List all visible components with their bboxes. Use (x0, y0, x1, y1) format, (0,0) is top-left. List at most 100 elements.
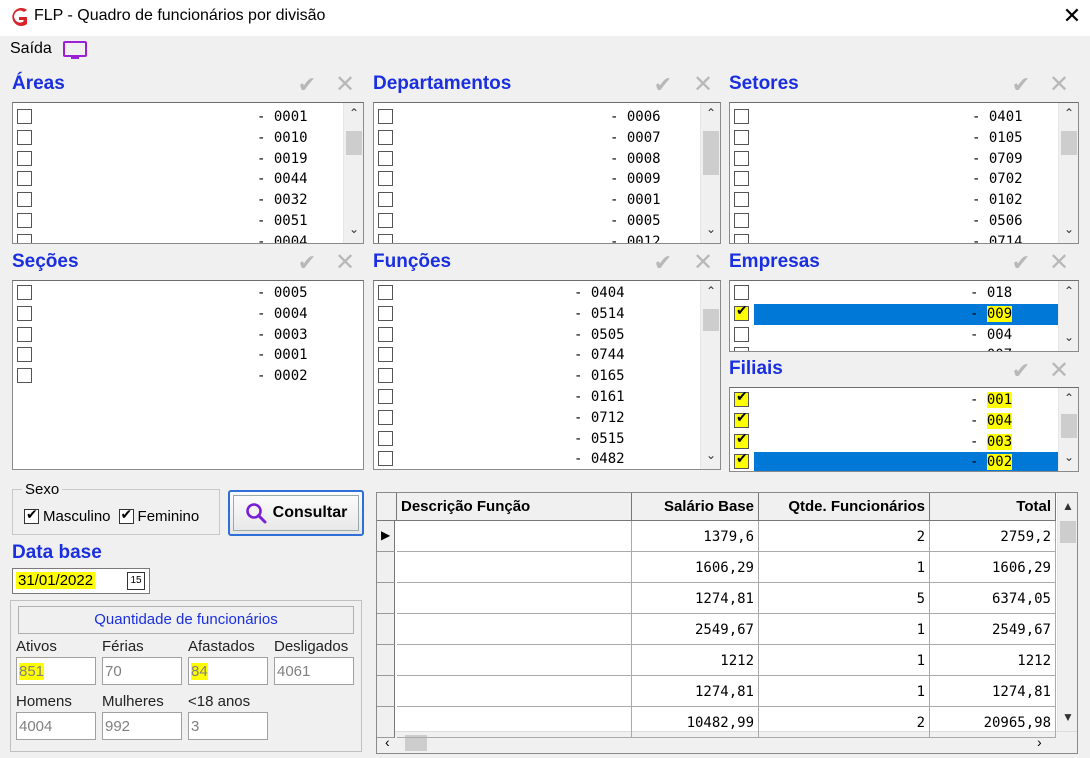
areas-item-checkbox[interactable] (17, 213, 32, 228)
areas-item-checkbox[interactable] (17, 129, 32, 145)
setores-item-checkbox[interactable] (734, 171, 749, 187)
empresas-list[interactable]: - 018- 009- 004- 007⌃⌄ (729, 280, 1079, 352)
setores-list-item[interactable]: - 0401 (730, 107, 1078, 128)
funcoes-item-checkbox[interactable] (378, 305, 393, 321)
monitor-icon[interactable] (62, 40, 88, 62)
funcoes-item-checkbox[interactable] (378, 347, 393, 363)
table-cell[interactable]: 1379,6 (632, 521, 759, 552)
scroll-down-icon[interactable]: ⌄ (344, 222, 363, 242)
grid-vscroll-thumb[interactable] (1060, 521, 1076, 543)
filiais-list[interactable]: - 001- 004- 003- 002⌃⌄ (729, 387, 1079, 472)
setores-list-item[interactable]: - 0714 (730, 232, 1078, 243)
table-cell[interactable] (397, 645, 632, 676)
filiais-list-item[interactable]: - 001 (730, 389, 1078, 411)
setores-item-checkbox[interactable] (734, 192, 749, 208)
filiais-list-item[interactable]: - 002 (730, 451, 1078, 471)
funcoes-list-item[interactable]: - 0404 (374, 283, 720, 304)
row-indicator[interactable] (377, 583, 395, 614)
grid-vscroll[interactable]: ▲ ▼ (1057, 493, 1077, 731)
table-cell[interactable]: 1606,29 (930, 552, 1056, 583)
departamentos-item-checkbox[interactable] (378, 109, 393, 124)
row-indicator[interactable] (377, 676, 395, 707)
empresas-select-all-icon[interactable]: ✔ (1008, 250, 1034, 276)
scroll-down-icon[interactable]: ▼ (1058, 710, 1078, 730)
setores-item-checkbox[interactable] (734, 129, 749, 145)
areas-item-checkbox[interactable] (17, 233, 32, 243)
table-cell[interactable]: 1606,29 (632, 552, 759, 583)
data-base-input[interactable]: 31/01/2022 15 (12, 568, 150, 594)
funcoes-clear-icon[interactable]: ✕ (690, 248, 716, 277)
table-cell[interactable]: 10482,99 (632, 707, 759, 738)
feminino-checkbox[interactable] (118, 507, 134, 524)
secoes-item-checkbox[interactable] (17, 326, 32, 342)
empresas-item-checkbox[interactable] (734, 285, 749, 300)
secoes-list-item[interactable]: - 0003 (13, 325, 363, 346)
secoes-list-item[interactable]: - 0005 (13, 283, 363, 304)
row-indicator[interactable] (377, 707, 395, 738)
table-cell[interactable]: 1274,81 (930, 676, 1056, 707)
empresas-vscroll[interactable]: ⌃ ⌄ (1058, 281, 1078, 351)
departamentos-list-item[interactable]: - 0012 (374, 232, 720, 243)
funcoes-list-item[interactable]: - 0482 (374, 449, 720, 469)
funcoes-vscroll[interactable]: ⌃ ⌄ (700, 281, 720, 469)
col-descricao[interactable]: Descrição Função (397, 493, 632, 521)
areas-list-item[interactable]: - 0010 (13, 128, 363, 149)
scroll-down-icon[interactable]: ⌄ (701, 222, 720, 242)
secoes-item-checkbox[interactable] (17, 368, 32, 384)
funcoes-list-item[interactable]: - 0514 (374, 304, 720, 325)
departamentos-item-checkbox[interactable] (378, 233, 393, 243)
filiais-select-all-icon[interactable]: ✔ (1008, 358, 1034, 384)
funcoes-list-item[interactable]: - 0161 (374, 387, 720, 408)
table-cell[interactable]: 2 (759, 521, 930, 552)
areas-list-item[interactable]: - 0019 (13, 149, 363, 170)
funcoes-item-checkbox[interactable] (378, 368, 393, 384)
empresas-clear-icon[interactable]: ✕ (1046, 248, 1072, 277)
scroll-up-icon[interactable]: ⌃ (701, 106, 720, 126)
table-cell[interactable]: 2 (759, 707, 930, 738)
areas-select-all-icon[interactable]: ✔ (294, 72, 320, 98)
menu-saida[interactable]: Saída (10, 40, 52, 58)
consultar-button[interactable]: Consultar (228, 490, 364, 536)
empresas-list-item[interactable]: - 018 (730, 283, 1078, 304)
table-cell[interactable] (397, 707, 632, 738)
table-cell[interactable]: 1 (759, 614, 930, 645)
table-cell[interactable] (397, 521, 632, 552)
table-cell[interactable]: 1274,81 (632, 676, 759, 707)
filiais-vscroll[interactable]: ⌃ ⌄ (1058, 388, 1078, 471)
departamentos-item-checkbox[interactable] (378, 129, 393, 145)
empresas-item-checkbox[interactable] (734, 326, 749, 342)
table-cell[interactable] (397, 676, 632, 707)
setores-list-item[interactable]: - 0506 (730, 211, 1078, 232)
table-cell[interactable]: 1212 (632, 645, 759, 676)
table-cell[interactable]: 6374,05 (930, 583, 1056, 614)
setores-item-checkbox[interactable] (734, 233, 749, 243)
scroll-down-icon[interactable]: ⌄ (701, 448, 720, 468)
table-cell[interactable]: 1 (759, 552, 930, 583)
row-indicator[interactable] (377, 552, 395, 583)
scroll-up-icon[interactable]: ⌃ (1059, 284, 1078, 304)
areas-vscroll[interactable]: ⌃ ⌄ (343, 103, 363, 243)
filiais-item-checkbox[interactable] (734, 431, 749, 449)
table-cell[interactable]: 1 (759, 645, 930, 676)
table-cell[interactable]: 1274,81 (632, 583, 759, 614)
table-cell[interactable] (397, 552, 632, 583)
scroll-down-icon[interactable]: ⌄ (1059, 330, 1078, 350)
scroll-up-icon[interactable]: ⌃ (1059, 106, 1078, 126)
areas-item-checkbox[interactable] (17, 109, 32, 124)
funcoes-item-checkbox[interactable] (378, 430, 393, 446)
departamentos-clear-icon[interactable]: ✕ (690, 70, 716, 99)
calendar-icon[interactable]: 15 (127, 572, 145, 590)
secoes-list[interactable]: - 0005 - 0004 - 0003 - 0001 - 0002 (12, 280, 364, 470)
departamentos-item-checkbox[interactable] (378, 213, 393, 228)
funcoes-item-checkbox[interactable] (378, 326, 393, 342)
areas-item-checkbox[interactable] (17, 192, 32, 208)
filiais-item-checkbox[interactable] (734, 410, 749, 428)
empresas-list-item[interactable]: - 004 (730, 325, 1078, 346)
funcoes-item-checkbox[interactable] (378, 409, 393, 425)
departamentos-list-item[interactable]: - 0009 (374, 169, 720, 190)
funcoes-item-checkbox[interactable] (378, 285, 393, 300)
scroll-down-icon[interactable]: ⌄ (1059, 222, 1078, 242)
setores-select-all-icon[interactable]: ✔ (1008, 72, 1034, 98)
funcoes-list[interactable]: - 0404 - 0514 - 0505 - 0744 - 0165 - 0161 - 07… (373, 280, 721, 470)
filiais-clear-icon[interactable]: ✕ (1046, 356, 1072, 385)
